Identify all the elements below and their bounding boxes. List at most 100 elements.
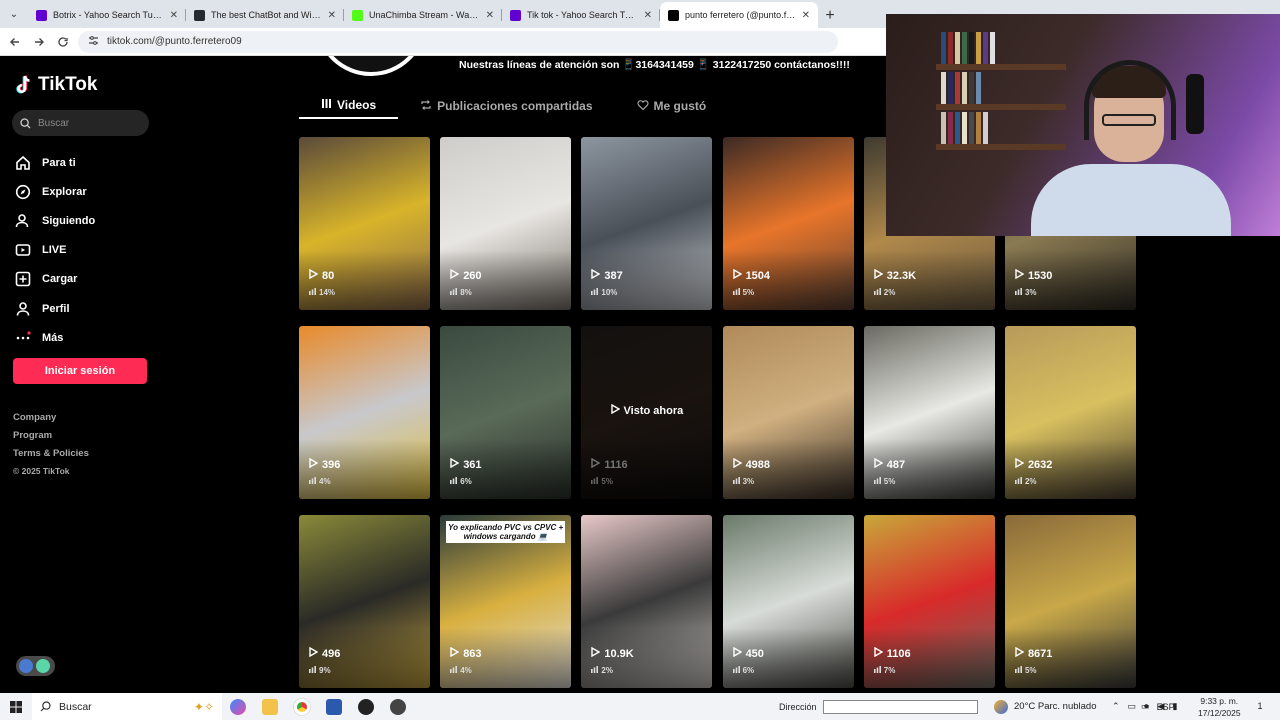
view-count: 487 bbox=[874, 457, 905, 471]
video-card[interactable]: 80 14% bbox=[299, 137, 430, 310]
login-button[interactable]: Iniciar sesión bbox=[13, 358, 147, 384]
back-icon[interactable] bbox=[6, 33, 24, 51]
forward-icon[interactable] bbox=[30, 33, 48, 51]
footer-link-terms[interactable]: Terms & Policies bbox=[13, 448, 89, 466]
chrome-icon[interactable] bbox=[286, 693, 318, 720]
chevron-up-icon[interactable]: ⌃ bbox=[1112, 701, 1120, 712]
browser-tab[interactable]: Tik tok - Yahoo Search Tus resultados ✕ bbox=[502, 2, 660, 28]
video-card[interactable]: 387 10% bbox=[581, 137, 713, 310]
sidebar-item-cargar[interactable]: Cargar bbox=[14, 265, 95, 294]
video-card[interactable]: 1504 5% bbox=[722, 137, 854, 310]
taskbar-address-input[interactable] bbox=[822, 699, 978, 714]
profile-icon bbox=[14, 300, 32, 318]
video-card[interactable]: 1106 7% bbox=[863, 515, 995, 688]
footer-link-company[interactable]: Company bbox=[13, 412, 89, 430]
tab-search-icon[interactable]: ⌄ bbox=[0, 0, 28, 28]
stats-bar-icon bbox=[1014, 288, 1022, 297]
extension-toggle[interactable] bbox=[16, 656, 55, 676]
clock-date: 17/12/2025 bbox=[1198, 708, 1241, 718]
video-card[interactable]: 396 4% bbox=[299, 326, 430, 499]
tab-close-icon[interactable]: ✕ bbox=[486, 10, 494, 21]
video-card[interactable]: 450 6% bbox=[722, 515, 854, 688]
play-icon bbox=[874, 457, 884, 471]
word-icon[interactable] bbox=[318, 693, 350, 720]
tab-close-icon[interactable]: ✕ bbox=[328, 10, 336, 21]
search-input[interactable]: Buscar bbox=[12, 110, 149, 136]
footer-link-program[interactable]: Program bbox=[13, 430, 89, 448]
clock[interactable]: 9:33 p. m. 17/12/2025 bbox=[1198, 695, 1241, 719]
weather-widget[interactable]: 20°C Parc. nublado bbox=[994, 693, 1097, 720]
engagement-rate: 3% bbox=[1014, 288, 1037, 297]
tab-close-icon[interactable]: ✕ bbox=[802, 10, 810, 21]
view-count: 1530 bbox=[1015, 268, 1052, 282]
play-icon bbox=[874, 268, 884, 282]
tab-publicaciones-compartidas[interactable]: Publicaciones compartidas bbox=[398, 93, 614, 119]
engagement-rate: 2% bbox=[873, 288, 895, 297]
network-icon[interactable]: ▭ bbox=[1128, 701, 1137, 712]
taskbar-search-input[interactable]: Buscar ✦✧ bbox=[32, 693, 222, 720]
compass-icon bbox=[14, 183, 32, 201]
sidebar-item-para-ti[interactable]: Para ti bbox=[14, 148, 95, 177]
battery-icon[interactable]: ▮ bbox=[1172, 701, 1177, 712]
tab-favicon-icon bbox=[36, 9, 47, 21]
video-card[interactable]: 487 5% bbox=[863, 326, 995, 499]
bookshelf bbox=[941, 32, 995, 64]
video-card[interactable]: 8671 5% bbox=[1004, 515, 1136, 688]
sidebar: TikTok Buscar Para ti Explorar Siguiendo LI… bbox=[0, 56, 170, 693]
new-tab-button[interactable]: + bbox=[818, 4, 842, 28]
notification-badge[interactable]: 1 bbox=[1252, 698, 1268, 714]
play-icon bbox=[610, 403, 620, 417]
windows-start-icon[interactable] bbox=[0, 693, 32, 720]
engagement-rate: 4% bbox=[309, 477, 331, 486]
video-card[interactable]: 863 4% Yo explicando PVC vs CPVC + windows… bbox=[440, 515, 572, 688]
microphone-icon bbox=[1186, 74, 1204, 134]
play-icon bbox=[732, 646, 742, 660]
tab-close-icon[interactable]: ✕ bbox=[170, 10, 178, 21]
sidebar-item-explorar[interactable]: Explorar bbox=[14, 177, 95, 206]
browser-tab[interactable]: Botrix - Yahoo Search Tus resultados ✕ bbox=[28, 2, 186, 28]
stats-bar-icon bbox=[732, 288, 740, 297]
video-card[interactable]: 260 8% bbox=[440, 137, 572, 310]
volume-icon[interactable]: ◀ bbox=[1158, 701, 1165, 712]
sidebar-item-live[interactable]: LIVE bbox=[14, 236, 95, 265]
video-caption: Yo explicando PVC vs CPVC + windows carg… bbox=[446, 521, 566, 543]
tab-title: The best ChatBot and Widgets bbox=[211, 10, 322, 20]
obs-icon[interactable] bbox=[350, 693, 382, 720]
tiktok-logo[interactable]: TikTok bbox=[16, 74, 97, 96]
engagement-rate: 2% bbox=[1014, 477, 1037, 486]
view-count: 361 bbox=[450, 457, 482, 471]
tab-title: Tik tok - Yahoo Search Tus resultados bbox=[527, 10, 638, 20]
stats-bar-icon bbox=[873, 288, 881, 297]
view-count: 1504 bbox=[732, 268, 770, 282]
play-icon bbox=[874, 646, 884, 660]
site-info-icon[interactable] bbox=[88, 35, 99, 49]
reload-icon[interactable] bbox=[54, 33, 72, 51]
video-card[interactable]: 361 6% bbox=[440, 326, 572, 499]
view-count: 4988 bbox=[732, 457, 770, 471]
tab-close-icon[interactable]: ✕ bbox=[644, 10, 652, 21]
browser-tab[interactable]: UnaChimba Stream - Watch Live ✕ bbox=[344, 2, 502, 28]
tab-me-gustó[interactable]: Me gustó bbox=[615, 93, 729, 119]
browser-tab[interactable]: The best ChatBot and Widgets ✕ bbox=[186, 2, 344, 28]
clock-time: 9:33 p. m. bbox=[1200, 696, 1239, 706]
sidebar-item-perfil[interactable]: Perfil bbox=[14, 294, 95, 323]
video-card[interactable]: 4988 3% bbox=[722, 326, 854, 499]
sidebar-item-más[interactable]: Más bbox=[14, 323, 95, 352]
address-bar[interactable]: tiktok.com/@punto.ferretero09 bbox=[78, 30, 838, 53]
copilot-icon[interactable] bbox=[222, 693, 254, 720]
sidebar-item-siguiendo[interactable]: Siguiendo bbox=[14, 206, 95, 235]
profile-avatar[interactable] bbox=[315, 56, 427, 78]
headset-icon bbox=[1084, 60, 1176, 140]
video-card[interactable]: 496 9% bbox=[299, 515, 430, 688]
monitor-icon[interactable]: ▭ bbox=[1141, 701, 1150, 712]
video-card[interactable]: 10.9K 2% bbox=[581, 515, 713, 688]
home-icon bbox=[14, 154, 32, 172]
taskbar: Buscar ✦✧ Dirección 20°C Parc. nublado ⌃… bbox=[0, 693, 1280, 720]
video-card[interactable]: 2632 2% bbox=[1004, 326, 1136, 499]
tab-videos[interactable]: Videos bbox=[299, 93, 399, 119]
sidebar-item-label: Perfil bbox=[42, 302, 70, 315]
video-card[interactable]: 11165%Visto ahora bbox=[581, 326, 713, 499]
file-explorer-icon[interactable] bbox=[254, 693, 286, 720]
app-icon[interactable] bbox=[382, 693, 414, 720]
browser-tab[interactable]: punto ferretero (@punto.ferretero) ✕ bbox=[660, 2, 818, 28]
